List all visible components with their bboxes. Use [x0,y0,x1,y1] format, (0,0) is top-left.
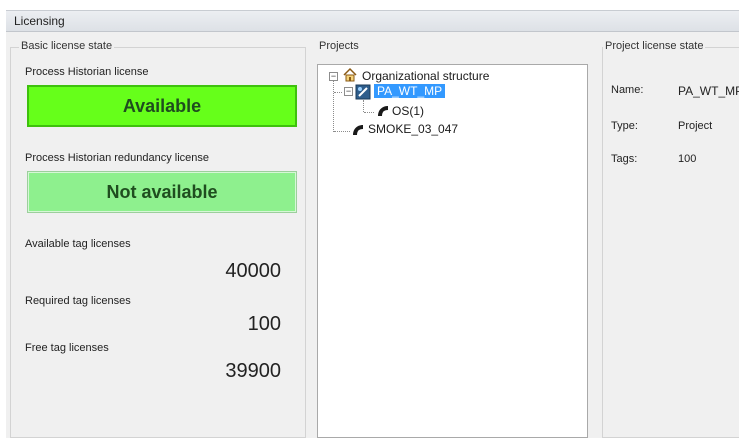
available-tags-value: 40000 [225,260,281,282]
tree-connector [333,81,334,132]
project-license-group: Project license state Name: PA_WT_MP Typ… [602,40,739,438]
ph-license-label: Process Historian license [25,66,149,78]
root-collapse-toggle[interactable]: − [329,72,338,81]
type-label: Type: [611,120,638,132]
project-tree[interactable]: − Organizational structure − PA_WT_MP OS… [317,64,588,438]
tree-connector [364,112,374,113]
required-tags-value: 100 [247,313,281,335]
projects-group-title: Projects [317,40,361,52]
tags-value: 100 [678,153,697,165]
name-label: Name: [611,84,644,96]
tree-node-project-selected[interactable]: PA_WT_MP [374,84,446,98]
tree-node-project-2[interactable]: SMOKE_03_047 [368,122,458,136]
project-license-group-title: Project license state [603,40,706,52]
name-value: PA_WT_MP [678,84,739,98]
redundancy-license-label: Process Historian redundancy license [25,152,210,164]
type-value: Project [678,120,713,132]
free-tags-value: 39900 [225,360,281,382]
tree-node-os[interactable]: OS(1) [392,104,424,118]
redundancy-license-status-badge: Not available [27,171,297,213]
ph-license-status-text: Available [122,95,202,116]
project-smoke-icon [353,125,363,135]
tree-connector [334,131,350,132]
basic-license-group: Basic license state Process Historian li… [10,40,306,438]
redundancy-license-status-text: Not available [106,181,218,202]
available-tags-label: Available tag licenses [25,238,131,250]
tree-connector [363,100,364,112]
tree-node-root[interactable]: Organizational structure [362,69,489,83]
ph-license-status-badge: Available [27,85,297,127]
window-title: Licensing [14,14,65,28]
os-server-icon [378,106,388,116]
house-icon [343,67,357,82]
window-titlebar: Licensing [6,10,739,32]
projects-group: Projects − Organizational structure − PA… [309,40,603,438]
licensing-panel: Basic license state Process Historian li… [6,32,739,438]
required-tags-label: Required tag licenses [25,295,131,307]
free-tags-label: Free tag licenses [25,342,109,354]
project-icon [355,84,371,100]
project-collapse-toggle[interactable]: − [344,87,353,96]
tags-label: Tags: [611,153,638,165]
basic-license-group-title: Basic license state [19,40,115,52]
tree-connector [334,92,342,93]
